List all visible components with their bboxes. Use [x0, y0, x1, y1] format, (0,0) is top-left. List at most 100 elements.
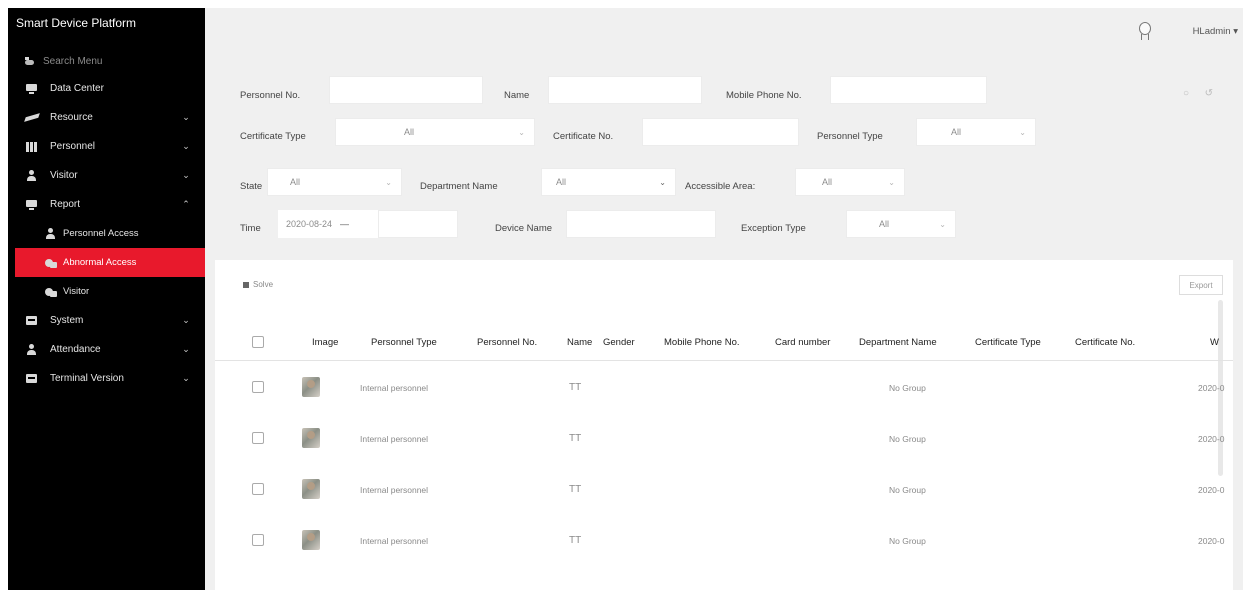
solve-button[interactable]: Solve — [243, 280, 273, 289]
camera-icon — [45, 257, 57, 269]
avatar-icon[interactable] — [1137, 22, 1151, 42]
time-end-input[interactable] — [378, 210, 458, 238]
certificate-no-input[interactable] — [642, 118, 799, 146]
results-panel: Solve Export Image Personnel Type Person… — [215, 260, 1233, 590]
sidebar-subitem-abnormal-access[interactable]: Abnormal Access — [15, 248, 205, 277]
sidebar: Smart Device Platform Search Menu Data C… — [8, 8, 205, 590]
chevron-down-icon: ⌄ — [1019, 127, 1026, 137]
personnel-type-select[interactable]: All ⌄ — [916, 118, 1036, 146]
sidebar-item-visitor[interactable]: Visitor ⌄ — [8, 161, 205, 190]
certificate-type-select[interactable]: All ⌄ — [335, 118, 535, 146]
reset-icon[interactable]: ↺ — [1205, 88, 1213, 99]
department-label: Department Name — [420, 181, 498, 192]
row-checkbox[interactable] — [252, 483, 264, 495]
sidebar-item-attendance[interactable]: Attendance ⌄ — [8, 335, 205, 364]
sidebar-item-data-center[interactable]: Data Center — [8, 74, 205, 103]
personnel-type-label: Personnel Type — [817, 131, 883, 142]
column-header[interactable]: Name — [567, 337, 592, 348]
personnel-no-input[interactable] — [329, 76, 483, 104]
mobile-input[interactable] — [830, 76, 987, 104]
accessible-area-select[interactable]: All ⌄ — [795, 168, 905, 196]
accessible-area-label: Accessible Area: — [685, 181, 756, 192]
bars-icon — [26, 141, 37, 152]
chevron-down-icon: ⌄ — [518, 127, 525, 137]
state-select[interactable]: All ⌄ — [267, 168, 402, 196]
personnel-photo[interactable] — [302, 530, 320, 550]
personnel-photo[interactable] — [302, 479, 320, 499]
solve-icon — [243, 281, 249, 288]
exception-type-select[interactable]: All ⌄ — [846, 210, 956, 238]
mobile-label: Mobile Phone No. — [726, 90, 802, 101]
box-icon — [26, 373, 37, 384]
user-menu[interactable]: HLadmin ▾ — [1193, 26, 1238, 37]
select-all-checkbox[interactable] — [252, 336, 264, 348]
device-name-label: Device Name — [495, 223, 553, 234]
plane-icon — [26, 112, 37, 123]
state-label: State — [240, 181, 263, 192]
column-header[interactable]: Card number — [775, 337, 830, 348]
search-menu-label: Search Menu — [43, 55, 103, 67]
column-header[interactable]: Personnel No. — [477, 337, 537, 348]
personnel-photo[interactable] — [302, 377, 320, 397]
sidebar-item-system[interactable]: System ⌄ — [8, 306, 205, 335]
column-header[interactable]: Certificate Type — [975, 337, 1041, 348]
export-button[interactable]: Export — [1179, 275, 1223, 295]
name-label: Name — [504, 90, 530, 101]
personnel-photo[interactable] — [302, 428, 320, 448]
row-checkbox[interactable] — [252, 432, 264, 444]
chevron-down-icon: ⌄ — [182, 344, 190, 354]
personnel-no-label: Personnel No. — [240, 90, 301, 101]
box-icon — [26, 315, 37, 326]
table-row[interactable]: Internal personnel TT No Group 2020-0 — [215, 362, 1233, 413]
monitor-icon — [26, 199, 37, 210]
main-content: HLadmin ▾ Personnel No. Name Mobile Phon… — [205, 8, 1243, 590]
table-row[interactable]: Internal personnel TT No Group 2020-0 — [215, 413, 1233, 464]
time-label: Time — [240, 223, 261, 234]
name-input[interactable] — [548, 76, 702, 104]
time-start-input[interactable]: 2020-08-24 — — [278, 210, 378, 238]
sidebar-item-personnel[interactable]: Personnel ⌄ — [8, 132, 205, 161]
column-header[interactable]: Personnel Type — [371, 337, 437, 348]
column-header[interactable]: Department Name — [859, 337, 937, 348]
chevron-down-icon: ⌄ — [182, 112, 190, 122]
table-row[interactable]: Internal personnel TT No Group 2020-0 — [215, 464, 1233, 515]
camera-icon — [45, 286, 57, 298]
row-checkbox[interactable] — [252, 534, 264, 546]
chevron-down-icon: ⌄ — [659, 177, 666, 187]
chevron-down-icon: ⌄ — [888, 177, 895, 187]
sidebar-item-terminal-version[interactable]: Terminal Version ⌄ — [8, 364, 205, 393]
certificate-type-label: Certificate Type — [240, 131, 306, 142]
search-menu-icon — [25, 57, 35, 65]
monitor-icon — [26, 83, 37, 94]
exception-type-label: Exception Type — [741, 223, 806, 234]
chevron-down-icon: ⌄ — [182, 141, 190, 151]
sidebar-subitem-personnel-access[interactable]: Personnel Access — [8, 219, 205, 248]
sidebar-item-resource[interactable]: Resource ⌄ — [8, 103, 205, 132]
department-select[interactable]: All ⌄ — [541, 168, 676, 196]
device-name-input[interactable] — [566, 210, 716, 238]
chevron-down-icon: ⌄ — [939, 219, 946, 229]
column-header[interactable]: W — [1210, 337, 1219, 348]
app-title: Smart Device Platform — [16, 16, 137, 30]
chevron-down-icon: ⌄ — [182, 315, 190, 325]
sidebar-subitem-visitor[interactable]: Visitor — [8, 277, 205, 306]
table-header: Image Personnel Type Personnel No. Name … — [215, 325, 1233, 361]
column-header[interactable]: Mobile Phone No. — [664, 337, 740, 348]
column-header[interactable]: Certificate No. — [1075, 337, 1135, 348]
person-icon — [45, 227, 57, 240]
column-header[interactable]: Gender — [603, 337, 635, 348]
row-checkbox[interactable] — [252, 381, 264, 393]
person-icon — [26, 344, 37, 355]
table-row[interactable]: Internal personnel TT No Group 2020-0 — [215, 515, 1233, 566]
sidebar-item-report[interactable]: Report ⌃ — [8, 190, 205, 219]
column-header[interactable]: Image — [312, 337, 338, 348]
chevron-down-icon: ⌄ — [385, 177, 392, 187]
chevron-up-icon: ⌃ — [182, 199, 190, 209]
chevron-down-icon: ⌄ — [182, 170, 190, 180]
top-bar: HLadmin ▾ — [205, 8, 1243, 56]
chevron-down-icon: ⌄ — [182, 373, 190, 383]
certificate-no-label: Certificate No. — [553, 131, 614, 142]
search-menu[interactable]: Search Menu — [8, 48, 205, 74]
search-icon[interactable]: ○ — [1183, 88, 1189, 99]
person-icon — [26, 170, 37, 181]
